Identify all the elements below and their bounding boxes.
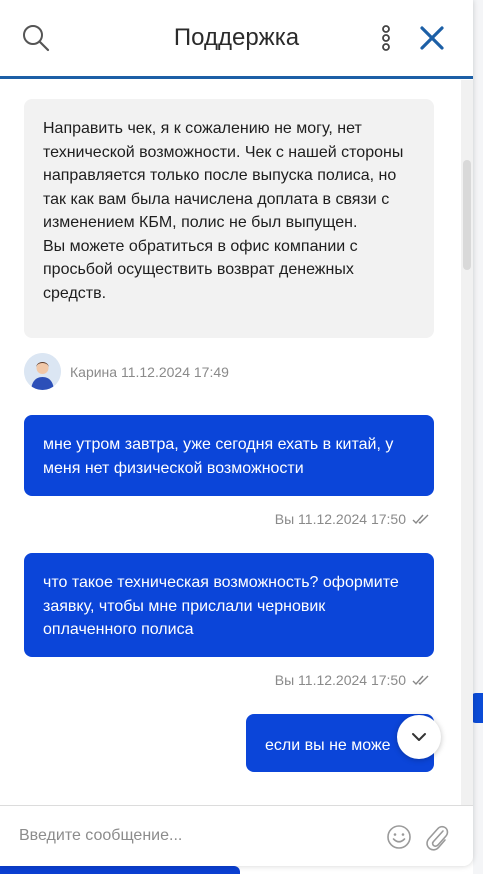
emoji-icon bbox=[387, 825, 411, 849]
more-options-button[interactable] bbox=[378, 24, 394, 54]
chat-title: Поддержка bbox=[173, 24, 300, 51]
user-message-meta: Вы 11.12.2024 17:50 bbox=[275, 511, 430, 527]
user-message: мне утром завтра, уже сегодня ехать в ки… bbox=[24, 415, 434, 496]
close-button[interactable] bbox=[416, 22, 448, 54]
chat-header: Поддержка bbox=[0, 0, 473, 76]
emoji-button[interactable] bbox=[386, 824, 412, 850]
header-divider bbox=[0, 76, 473, 79]
close-icon bbox=[420, 26, 444, 50]
user-message-meta: Вы 11.12.2024 17:50 bbox=[275, 672, 430, 688]
message-input[interactable] bbox=[17, 820, 371, 852]
scrollbar-thumb[interactable] bbox=[463, 160, 471, 270]
chevron-down-icon bbox=[412, 733, 426, 741]
more-vertical-icon bbox=[382, 25, 390, 51]
double-check-icon bbox=[412, 675, 429, 686]
message-list[interactable]: Направить чек, я к сожалению не могу, не… bbox=[0, 80, 460, 805]
message-composer bbox=[0, 805, 473, 866]
double-check-icon bbox=[412, 514, 429, 525]
user-message: что такое техническая возможность? оформ… bbox=[24, 553, 434, 657]
message-timestamp: Вы 11.12.2024 17:50 bbox=[274, 511, 406, 527]
operator-message: Направить чек, я к сожалению не могу, не… bbox=[24, 99, 434, 338]
attach-file-button[interactable] bbox=[424, 822, 450, 852]
operator-message-meta: Карина 11.12.2024 17:49 bbox=[70, 364, 229, 380]
paperclip-icon bbox=[426, 825, 449, 851]
scroll-to-bottom-button[interactable] bbox=[397, 715, 441, 759]
background-page-button bbox=[0, 866, 240, 874]
support-chat-widget: Поддержка Направить чек, я к сожалению н… bbox=[0, 0, 473, 866]
background-page bbox=[473, 0, 483, 874]
operator-avatar bbox=[24, 353, 61, 390]
message-timestamp: Вы 11.12.2024 17:50 bbox=[274, 672, 406, 688]
